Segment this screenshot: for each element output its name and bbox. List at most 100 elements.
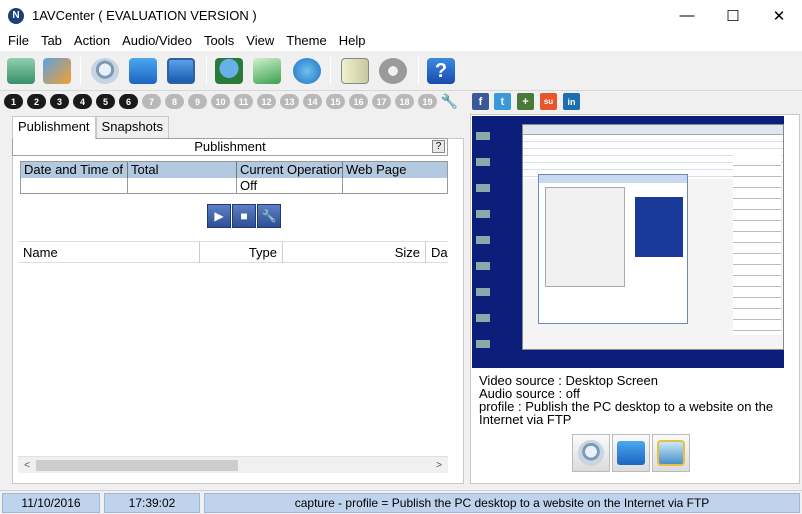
settings-icon: [379, 58, 407, 84]
scroll-thumb[interactable]: [36, 460, 238, 471]
publishment-header: Publishment ?: [12, 138, 448, 156]
status-time: 17:39:02: [104, 493, 200, 513]
table-cell: Off: [237, 178, 343, 193]
column-header-size[interactable]: Size: [283, 242, 426, 263]
webcam-icon: [91, 58, 119, 84]
menu-tools[interactable]: Tools: [198, 31, 240, 51]
column-header-name[interactable]: Name: [18, 242, 200, 263]
table-cell: [21, 178, 128, 193]
minimize-button[interactable]: —: [664, 0, 710, 31]
title-bar: N 1AVCenter ( EVALUATION VERSION ) — ☐ ✕: [0, 0, 802, 31]
tab-number-row: 1 2 3 4 5 6 7 8 9 10 11 12 13 14 15 16 1…: [0, 91, 802, 112]
tab-snapshots[interactable]: Snapshots: [95, 116, 169, 138]
webcam-source-button[interactable]: [572, 434, 610, 472]
mail-button[interactable]: [250, 55, 284, 87]
tab-number-6[interactable]: 6: [119, 94, 138, 109]
webcam-button[interactable]: [88, 55, 122, 87]
publish-icon: [215, 58, 243, 84]
table-row[interactable]: Off: [21, 178, 447, 193]
settings-button[interactable]: [376, 55, 410, 87]
status-message: capture - profile = Publish the PC deskt…: [204, 493, 800, 513]
storage-button[interactable]: [4, 55, 38, 87]
tab-number-10[interactable]: 10: [211, 94, 230, 109]
toolbar-separator: [206, 57, 207, 85]
toolbar-separator: [330, 57, 331, 85]
tab-number-8[interactable]: 8: [165, 94, 184, 109]
tab-number-12[interactable]: 12: [257, 94, 276, 109]
monitor-button[interactable]: [164, 55, 198, 87]
publish-button[interactable]: [212, 55, 246, 87]
facebook-icon[interactable]: f: [472, 93, 489, 110]
menu-view[interactable]: View: [240, 31, 280, 51]
menu-action[interactable]: Action: [68, 31, 116, 51]
tab-number-4[interactable]: 4: [73, 94, 92, 109]
play-button[interactable]: ▶: [207, 204, 231, 228]
tab-number-5[interactable]: 5: [96, 94, 115, 109]
table-cell: [343, 178, 447, 193]
stumbleupon-icon[interactable]: su: [540, 93, 557, 110]
wrench-icon: 🔧: [261, 209, 277, 223]
publishment-help-button[interactable]: ?: [432, 140, 445, 153]
screens-icon: [617, 441, 645, 465]
publishment-table: Date and Time of Total Current Operation…: [20, 161, 448, 194]
tab-number-16[interactable]: 16: [349, 94, 368, 109]
play-icon: ▶: [214, 209, 224, 223]
tab-number-13[interactable]: 13: [280, 94, 299, 109]
tab-number-11[interactable]: 11: [234, 94, 253, 109]
menu-theme[interactable]: Theme: [280, 31, 332, 51]
globe-button[interactable]: [290, 55, 324, 87]
source-info: Video source : Desktop Screen Audio sour…: [479, 374, 789, 426]
camera-source-button[interactable]: [652, 434, 690, 472]
menu-file[interactable]: File: [2, 31, 35, 51]
column-header-date[interactable]: Date and Time of: [21, 162, 128, 178]
column-header-current-operation[interactable]: Current Operation: [237, 162, 343, 178]
wrench-icon[interactable]: 🔧: [441, 93, 458, 110]
tab-number-9[interactable]: 9: [188, 94, 207, 109]
capture-source-buttons: [572, 434, 690, 472]
tab-number-1[interactable]: 1: [4, 94, 23, 109]
book-button[interactable]: [338, 55, 372, 87]
left-tabs: Publishment Snapshots: [12, 116, 169, 139]
help-button[interactable]: ?: [424, 55, 458, 87]
configure-button[interactable]: 🔧: [257, 204, 281, 228]
tab-publishment[interactable]: Publishment: [12, 116, 96, 139]
twitter-icon[interactable]: t: [494, 93, 511, 110]
screens-button[interactable]: [126, 55, 160, 87]
menu-bar: File Tab Action Audio/Video Tools View T…: [0, 31, 802, 51]
tab-number-2[interactable]: 2: [27, 94, 46, 109]
help-icon: ?: [427, 58, 455, 84]
screen-source-button[interactable]: [612, 434, 650, 472]
stop-icon: ■: [240, 209, 248, 223]
globe-icon: [293, 58, 321, 84]
close-button[interactable]: ✕: [756, 0, 802, 31]
column-header-type[interactable]: Type: [200, 242, 283, 263]
tab-number-7[interactable]: 7: [142, 94, 161, 109]
tab-number-3[interactable]: 3: [50, 94, 69, 109]
plus-share-icon[interactable]: +: [517, 93, 534, 110]
media-button[interactable]: [40, 55, 74, 87]
column-header-date[interactable]: Da: [426, 242, 448, 263]
publishment-title: Publishment: [194, 139, 266, 154]
menu-audio-video[interactable]: Audio/Video: [116, 31, 198, 51]
toolbar-separator: [418, 57, 419, 85]
toolbar: ?: [0, 51, 802, 91]
column-header-web-page[interactable]: Web Page: [343, 162, 447, 178]
tab-number-19[interactable]: 19: [418, 94, 437, 109]
scroll-right-icon[interactable]: >: [432, 459, 446, 472]
tab-number-14[interactable]: 14: [303, 94, 322, 109]
scroll-left-icon[interactable]: <: [20, 459, 34, 472]
tab-number-18[interactable]: 18: [395, 94, 414, 109]
stop-button[interactable]: ■: [232, 204, 256, 228]
mail-icon: [253, 58, 281, 84]
horizontal-scrollbar[interactable]: < >: [18, 456, 448, 473]
tab-number-17[interactable]: 17: [372, 94, 391, 109]
file-list-header: Name Type Size Da: [18, 241, 448, 263]
linkedin-icon[interactable]: in: [563, 93, 580, 110]
table-cell: [128, 178, 237, 193]
column-header-total[interactable]: Total: [128, 162, 237, 178]
maximize-button[interactable]: ☐: [710, 0, 756, 31]
menu-tab[interactable]: Tab: [35, 31, 68, 51]
menu-help[interactable]: Help: [333, 31, 372, 51]
nested-window: [538, 174, 688, 324]
tab-number-15[interactable]: 15: [326, 94, 345, 109]
